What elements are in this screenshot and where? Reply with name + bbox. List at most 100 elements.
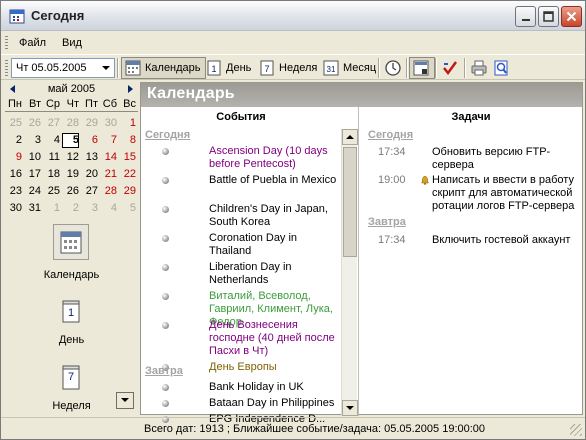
calendar-day[interactable]: 3 [24,133,41,148]
day-view-button[interactable]: 1 День [203,57,255,79]
calendar-day[interactable]: 25 [43,184,60,199]
printer-icon [471,60,487,76]
toolbar-separator [435,58,436,78]
print-button[interactable] [468,57,492,79]
task-item[interactable]: Включить гостевой аккаунт [432,234,582,247]
search-button[interactable] [490,57,514,79]
calendar-icon [125,60,141,76]
calendar-day[interactable]: 19 [62,167,79,182]
calendar-day[interactable]: 7 [100,133,117,148]
calendar-day-selected[interactable]: 5 [62,133,79,148]
events-scrollbar[interactable] [341,129,358,416]
events-tomorrow-label: Завтра [145,365,183,377]
calendar-day[interactable]: 10 [24,150,41,165]
title-bar[interactable]: Сегодня [1,1,585,31]
next-month-button[interactable] [128,85,133,93]
calendar-day[interactable]: 14 [100,150,117,165]
calendar-day[interactable]: 30 [100,116,117,131]
calendar-day[interactable]: 1 [43,201,60,216]
calendar-day[interactable]: 18 [43,167,60,182]
scroll-thumb[interactable] [343,147,357,257]
weekday-header: Пн Вт Ср Чт Пт Сб Вс [5,98,138,112]
calendar-day[interactable]: 15 [119,150,136,165]
calendar-day[interactable]: 8 [119,133,136,148]
menu-file[interactable]: Файл [19,37,46,49]
calendar-day[interactable]: 24 [24,184,41,199]
task-item[interactable]: Написать и ввести в работу скрипт для ав… [432,174,582,213]
calendar-day[interactable]: 17 [24,167,41,182]
nav-day-label[interactable]: День [5,334,138,346]
calendar-day[interactable]: 26 [24,116,41,131]
toolbar-separator [117,58,118,78]
calendar-day[interactable]: 6 [81,133,98,148]
calendar-day[interactable]: 27 [81,184,98,199]
maximize-button[interactable] [538,6,559,27]
toolbar-grip[interactable] [5,60,8,76]
calendar-day[interactable]: 31 [24,201,41,216]
toolbar-separator [406,58,407,78]
task-item[interactable]: Обновить версию FTP-сервера [432,146,582,172]
status-text: Всего дат: 1913 ; Ближайшее событие/зада… [144,423,486,435]
event-item[interactable]: День Вознесения господне (40 дней после … [209,319,341,358]
event-item[interactable]: Coronation Day in Thailand [209,232,341,258]
weekday-label: Сб [102,98,117,110]
resize-grip[interactable] [570,424,582,436]
event-item[interactable]: Bank Holiday in UK [209,381,341,394]
tasks-button[interactable] [439,57,463,79]
calendar-view-button[interactable]: Календарь [121,57,206,79]
menu-grip[interactable] [5,36,8,50]
calendar-day[interactable]: 29 [119,184,136,199]
calendar-day[interactable]: 2 [5,133,22,148]
month-view-button[interactable]: 31 Месяц [320,57,380,79]
menu-view[interactable]: Вид [62,37,82,49]
calendar-day[interactable]: 21 [100,167,117,182]
date-picker[interactable]: Чт 05.05.2005 [11,58,115,78]
event-item[interactable]: День Европы [209,361,341,374]
event-item[interactable]: Bataan Day in Philippines [209,397,341,410]
calendar-day[interactable]: 20 [81,167,98,182]
calendar-day[interactable]: 29 [81,116,98,131]
close-button[interactable] [561,6,582,27]
main-title: Календарь [147,85,235,102]
calendar-day[interactable]: 25 [5,116,22,131]
calendar-day[interactable]: 22 [119,167,136,182]
chevron-up-icon [346,134,354,139]
calendar-day[interactable]: 28 [62,116,79,131]
nav-day-button[interactable]: 1 [53,293,89,329]
events-header: События [216,111,266,123]
event-item[interactable]: Ascension Day (10 days before Pentecost) [209,145,341,171]
calendar-day[interactable]: 26 [62,184,79,199]
week-icon: 7 [260,60,274,76]
week-view-button[interactable]: 7 Неделя [256,57,321,79]
calendar-day[interactable]: 1 [119,116,136,131]
event-item[interactable]: Battle of Puebla in Mexico [209,174,341,187]
nav-calendar-label[interactable]: Календарь [5,269,138,281]
maximize-icon [543,11,554,22]
minimize-button[interactable] [515,6,536,27]
calendar-day[interactable]: 12 [62,150,79,165]
calendar-day[interactable]: 9 [5,150,22,165]
calendar-day[interactable]: 4 [43,133,60,148]
calendar-day[interactable]: 3 [81,201,98,216]
scroll-down-button[interactable] [342,400,358,416]
calendar-day[interactable]: 13 [81,150,98,165]
calendar-day[interactable]: 16 [5,167,22,182]
calendar-day[interactable]: 28 [100,184,117,199]
date-dropdown-button[interactable] [99,60,113,76]
calendar-day[interactable]: 4 [100,201,117,216]
calendar-day[interactable]: 27 [43,116,60,131]
minimize-icon [521,18,530,21]
calendar-day[interactable]: 2 [62,201,79,216]
calendar-day[interactable]: 23 [5,184,22,199]
layout-toggle-button[interactable] [409,57,435,79]
nav-week-button[interactable]: 7 [53,359,89,395]
calendar-day[interactable]: 30 [5,201,22,216]
panel-scroll-down-button[interactable] [116,392,134,409]
calendar-day[interactable]: 11 [43,150,60,165]
scroll-up-button[interactable] [342,129,358,145]
nav-calendar-button[interactable] [53,224,89,260]
reminders-button[interactable] [382,57,406,79]
event-item[interactable]: Liberation Day in Netherlands [209,261,341,287]
event-item[interactable]: Children's Day in Japan, South Korea [209,203,341,229]
calendar-day[interactable]: 5 [119,201,136,216]
